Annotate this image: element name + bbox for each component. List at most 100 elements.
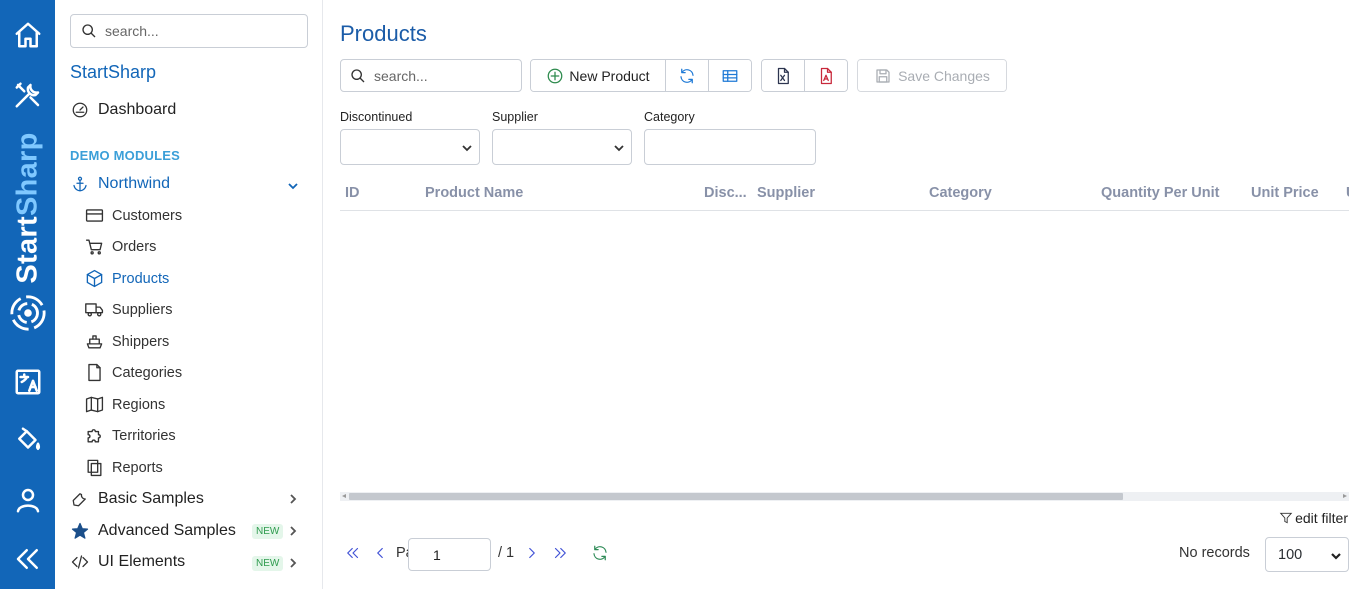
plus-circle-icon xyxy=(548,68,563,83)
star-icon xyxy=(71,522,89,539)
paint-bucket-icon[interactable] xyxy=(8,420,48,460)
chevron-right-icon[interactable] xyxy=(287,493,299,505)
cart-icon xyxy=(85,239,103,255)
user-icon[interactable] xyxy=(8,480,48,520)
category-filter-input[interactable] xyxy=(644,129,816,165)
tools-icon[interactable] xyxy=(8,75,48,115)
sidebar-search-input[interactable] xyxy=(105,23,295,39)
sidebar-item-products[interactable]: Products xyxy=(85,269,169,288)
refresh-icon xyxy=(680,68,694,83)
code-icon xyxy=(71,555,89,569)
gauge-icon xyxy=(72,102,88,118)
toolbar-export-group xyxy=(761,59,848,92)
excel-file-icon xyxy=(777,67,789,84)
sidebar-item-regions[interactable]: Regions xyxy=(85,395,165,414)
sidebar-item-shippers[interactable]: Shippers xyxy=(85,332,169,351)
pdf-export-button[interactable] xyxy=(805,60,847,91)
column-picker-button[interactable] xyxy=(709,60,751,91)
save-changes-button[interactable]: Save Changes xyxy=(858,60,1006,91)
section-demo-modules: DEMO MODULES xyxy=(70,148,181,163)
sidebar-item-reports[interactable]: Reports xyxy=(85,458,163,477)
discontinued-filter-select[interactable] xyxy=(340,129,480,165)
chevron-down-icon xyxy=(1331,553,1341,560)
map-icon xyxy=(85,396,104,413)
chevron-down-icon xyxy=(462,145,472,152)
edit-filter-link[interactable]: edit filter xyxy=(1279,510,1348,526)
scrollbar-thumb[interactable] xyxy=(349,493,1123,500)
grid-header: ID Product Name Disc... Supplier Categor… xyxy=(340,178,1349,211)
first-page-icon[interactable] xyxy=(344,544,362,562)
page-total: / 1 xyxy=(498,545,515,561)
column-header-discontinued[interactable]: Disc... xyxy=(704,185,747,201)
truck-icon xyxy=(85,303,104,317)
menu-basic-samples[interactable]: Basic Samples xyxy=(71,490,204,508)
column-header-id[interactable]: ID xyxy=(345,185,360,201)
main-content: Products New Product xyxy=(323,0,1366,589)
copy-icon xyxy=(87,459,102,477)
home-icon[interactable] xyxy=(8,15,48,55)
table-icon xyxy=(722,69,738,82)
grid-search[interactable] xyxy=(340,59,522,92)
search-icon xyxy=(82,24,96,38)
app-root: StartSharp StartSharp Dashboa xyxy=(0,0,1366,589)
reload-icon[interactable] xyxy=(591,544,609,562)
sidebar-item-orders[interactable]: Orders xyxy=(85,237,156,256)
icon-rail: StartSharp xyxy=(0,0,55,589)
column-header-category[interactable]: Category xyxy=(929,185,992,201)
wrench-icon xyxy=(72,493,86,507)
new-badge: NEW xyxy=(252,524,284,539)
horizontal-scrollbar[interactable] xyxy=(340,492,1349,501)
previous-page-icon[interactable] xyxy=(371,544,389,562)
puzzle-icon xyxy=(87,429,101,443)
menu-northwind[interactable]: Northwind xyxy=(71,175,170,193)
column-header-quantity-per-unit[interactable]: Quantity Per Unit xyxy=(1101,185,1219,201)
column-header-unit-price[interactable]: Unit Price xyxy=(1251,185,1319,201)
sidebar-item-categories[interactable]: Categories xyxy=(85,363,182,382)
search-icon xyxy=(351,68,365,82)
next-page-icon[interactable] xyxy=(523,544,541,562)
column-header-units[interactable]: U xyxy=(1346,185,1349,201)
new-badge: NEW xyxy=(252,556,284,571)
save-icon xyxy=(876,68,890,83)
excel-export-button[interactable] xyxy=(762,60,805,91)
credit-card-icon xyxy=(85,209,104,222)
menu-ui-elements[interactable]: UI Elements xyxy=(71,553,185,571)
box-icon xyxy=(86,269,103,288)
chevron-right-icon[interactable] xyxy=(287,557,299,569)
scroll-right-arrow-icon[interactable] xyxy=(1343,494,1347,498)
last-page-icon[interactable] xyxy=(551,544,569,562)
filter-icon xyxy=(1279,512,1293,524)
app-name[interactable]: StartSharp xyxy=(70,62,156,83)
sidebar: StartSharp Dashboard DEMO MODULES Northw… xyxy=(55,0,323,589)
menu-dashboard[interactable]: Dashboard xyxy=(71,101,176,119)
sidebar-item-territories[interactable]: Territories xyxy=(85,426,176,445)
filter-label-category: Category xyxy=(644,110,695,124)
pdf-file-icon xyxy=(820,67,832,84)
sidebar-search[interactable] xyxy=(70,14,308,48)
page-title: Products xyxy=(340,21,427,46)
chevron-down-icon[interactable] xyxy=(287,180,299,192)
sidebar-item-suppliers[interactable]: Suppliers xyxy=(85,300,172,319)
toolbar-main-group: New Product xyxy=(530,59,752,92)
page-number-input[interactable] xyxy=(408,538,491,571)
supplier-filter-select[interactable] xyxy=(492,129,632,165)
file-icon xyxy=(88,363,101,382)
refresh-button[interactable] xyxy=(666,60,709,91)
filter-label-supplier: Supplier xyxy=(492,110,538,124)
brand-logo: StartSharp xyxy=(8,126,48,342)
grid-search-input[interactable] xyxy=(374,67,514,84)
chevron-right-icon[interactable] xyxy=(287,525,299,537)
collapse-icon[interactable] xyxy=(8,539,48,579)
sidebar-item-customers[interactable]: Customers xyxy=(85,206,182,225)
brand-swirl-icon xyxy=(10,295,46,331)
chevron-down-icon xyxy=(614,145,624,152)
column-header-supplier[interactable]: Supplier xyxy=(757,185,815,201)
translate-icon[interactable] xyxy=(8,362,48,402)
column-header-product-name[interactable]: Product Name xyxy=(425,185,523,201)
scroll-left-arrow-icon[interactable] xyxy=(342,494,346,498)
new-product-button[interactable]: New Product xyxy=(531,60,666,91)
page-size-select[interactable]: 100 xyxy=(1265,537,1349,572)
filter-label-discontinued: Discontinued xyxy=(340,110,413,124)
menu-advanced-samples[interactable]: Advanced Samples xyxy=(71,522,236,540)
ship-icon xyxy=(86,335,103,349)
